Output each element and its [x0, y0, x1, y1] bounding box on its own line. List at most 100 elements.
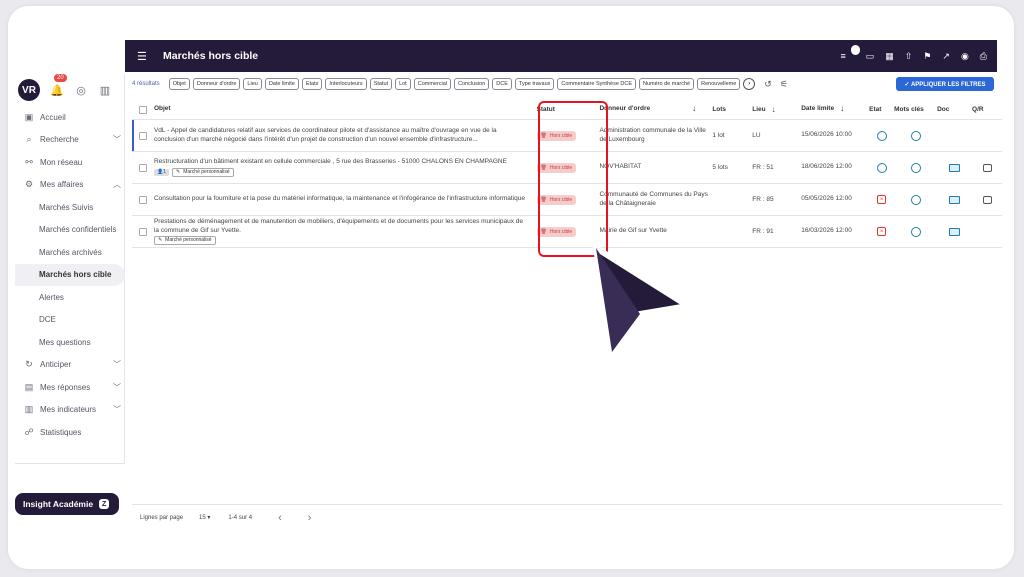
keyword-search-icon[interactable] [910, 130, 921, 141]
per-page-select[interactable]: 15 ▾ [199, 514, 210, 521]
sidebar-item-10[interactable]: Mes questions [15, 331, 125, 354]
print-icon[interactable]: ⎙ [980, 51, 987, 62]
filter-chip[interactable]: Etats [301, 78, 323, 90]
chevron-down-icon[interactable]: ﹀ [113, 359, 121, 370]
filter-chip[interactable]: Interlocuteurs [325, 78, 367, 90]
sidebar-item-3[interactable]: ⚙ Mes affaires ︿ [15, 174, 125, 197]
row-checkbox[interactable] [138, 195, 147, 204]
apply-filters-button[interactable]: ✓ APPLIQUER LES FILTRES [896, 77, 994, 91]
keyword-search-icon[interactable] [910, 226, 921, 237]
sort-down-icon[interactable]: ↓ [772, 105, 776, 114]
upload-icon[interactable]: ⇧ [905, 51, 913, 62]
objet-text[interactable]: Restructuration d'un bâtiment existant e… [154, 158, 527, 167]
filter-chip[interactable]: Donneur d'ordre [192, 78, 241, 90]
calendar-x-icon[interactable]: × [877, 195, 887, 204]
sidebar-item-11[interactable]: ↻ Anticiper ﹀ [15, 354, 125, 377]
sidebar-item-14[interactable]: ☍ Statistiques [15, 421, 125, 444]
col-mots[interactable]: Mots clés [894, 106, 937, 113]
row-checkbox[interactable] [138, 227, 147, 236]
sidebar-item-8[interactable]: Alertes [15, 286, 125, 309]
filter-chip[interactable]: Date limite [264, 78, 299, 90]
keyword-search-icon[interactable] [910, 194, 921, 205]
sidebar-item-6[interactable]: Marchés archivés [15, 241, 125, 264]
clock-icon[interactable] [876, 130, 887, 141]
date-text: 15/06/2026 10:00 [801, 131, 852, 139]
monitor-icon[interactable]: ▭ [866, 51, 875, 62]
sidebar-item-7[interactable]: Marchés hors cible [15, 263, 125, 286]
select-all-checkbox[interactable] [138, 105, 147, 114]
chevron-down-icon[interactable]: ﹀ [113, 382, 121, 393]
globe-icon[interactable]: ◎ [74, 83, 88, 97]
statut-highlight-box [538, 101, 608, 257]
next-page-icon[interactable]: › [308, 512, 312, 524]
col-etat[interactable]: Etat [869, 106, 894, 113]
sidebar-item-label: Statistiques [40, 427, 82, 437]
keyword-search-icon[interactable] [910, 162, 921, 173]
chart-icon: ▥ [24, 404, 34, 415]
filter-chip[interactable]: Type travaux [514, 78, 555, 90]
sidebar-item-2[interactable]: ⚯ Mon réseau [15, 151, 125, 174]
folder-icon[interactable] [949, 195, 961, 204]
col-objet[interactable]: Objet [154, 105, 537, 114]
filter-chip[interactable]: Numéro de marché [639, 78, 695, 90]
objet-text[interactable]: Prestations de déménagement et de manute… [154, 218, 527, 236]
pagination: Lignes par page 15 ▾ 1-4 sur 4 ‹ › [132, 504, 1002, 530]
building-icon[interactable]: ▥ [98, 83, 112, 97]
row-checkbox[interactable] [138, 163, 147, 172]
sidebar-item-13[interactable]: ▥ Mes indicateurs ﹀ [15, 399, 125, 422]
share-icon[interactable]: ↗ [942, 51, 950, 62]
sort-down-icon[interactable]: ↓ [840, 104, 844, 115]
sidebar-item-5[interactable]: Marchés confidentiels [15, 219, 125, 242]
sidebar-item-0[interactable]: ▣ Accueil [15, 106, 125, 129]
col-lots[interactable]: Lots [712, 106, 752, 113]
chevron-up-icon[interactable]: ︿ [113, 179, 121, 190]
chevron-down-icon[interactable]: ﹀ [113, 404, 121, 415]
sidebar-item-9[interactable]: DCE [15, 309, 125, 332]
custom-market-tag: ✎ Marché personnalisé [171, 168, 234, 177]
filter-chip[interactable]: Statut [369, 78, 393, 90]
donneur-text: Communauté de Communes du Pays de la Châ… [599, 190, 708, 207]
sidebar-item-4[interactable]: Marchés Suivis [15, 196, 125, 219]
filter-chip[interactable]: Conclusion [454, 78, 490, 90]
eye-icon[interactable]: ◉ [961, 51, 969, 62]
col-qr[interactable]: Q/R [972, 106, 1002, 113]
bell-icon[interactable]: 🔔 20 [50, 74, 67, 97]
filter-chip[interactable]: Objet [168, 78, 190, 90]
grid-icon[interactable]: ▦ [885, 51, 894, 62]
menu-icon[interactable]: ☰ [137, 50, 151, 63]
chat-icon[interactable] [982, 195, 992, 204]
filter-icon[interactable]: ≡0 [840, 45, 860, 61]
objet-text[interactable]: VdL - Appel de candidatures relatif aux … [154, 127, 527, 145]
objet-text[interactable]: Consultation pour la fourniture et la po… [154, 195, 527, 204]
avatar[interactable]: VR [18, 79, 40, 101]
insight-academie-button[interactable]: Insight Académie Z [15, 493, 119, 515]
prev-page-icon[interactable]: ‹ [278, 512, 282, 524]
sidebar-item-label: Recherche [40, 135, 79, 145]
filter-chip[interactable]: Commercial [413, 78, 452, 90]
filter-chip[interactable]: Commentaire Synthèse DCE [557, 78, 637, 90]
filter-chip[interactable]: Lieu [243, 78, 262, 90]
sidebar-item-label: Marchés Suivis [39, 202, 94, 212]
flag-icon[interactable]: ⚑ [923, 51, 931, 62]
sidebar-item-12[interactable]: ▤ Mes réponses ﹀ [15, 376, 125, 399]
row-checkbox[interactable] [138, 131, 147, 140]
filter-chip[interactable]: Lot [395, 78, 411, 90]
chevron-down-icon[interactable]: ﹀ [113, 134, 121, 145]
calendar-x-icon[interactable]: × [877, 227, 887, 236]
col-lieu[interactable]: Lieu [752, 106, 765, 113]
clock-icon[interactable] [876, 162, 887, 173]
chips-next-icon[interactable]: › [743, 78, 756, 90]
filter-chip[interactable]: DCE [492, 78, 512, 90]
col-doc[interactable]: Doc [937, 106, 972, 113]
sidebar-item-1[interactable]: ⌕ Recherche ﹀ [15, 129, 125, 152]
col-date[interactable]: Date limite [801, 105, 834, 114]
sort-down-icon[interactable]: ↓ [692, 104, 696, 115]
folder-icon[interactable] [949, 227, 961, 236]
lieu-text: LU [752, 132, 761, 139]
lots-text: 5 lots [712, 164, 728, 171]
reset-icon[interactable]: ↺ [764, 79, 772, 90]
filter-chip[interactable]: Renouvelleme [697, 78, 741, 90]
chat-icon[interactable] [982, 163, 992, 172]
folder-icon[interactable] [949, 163, 961, 172]
sliders-icon[interactable]: ⚟ [780, 79, 788, 90]
